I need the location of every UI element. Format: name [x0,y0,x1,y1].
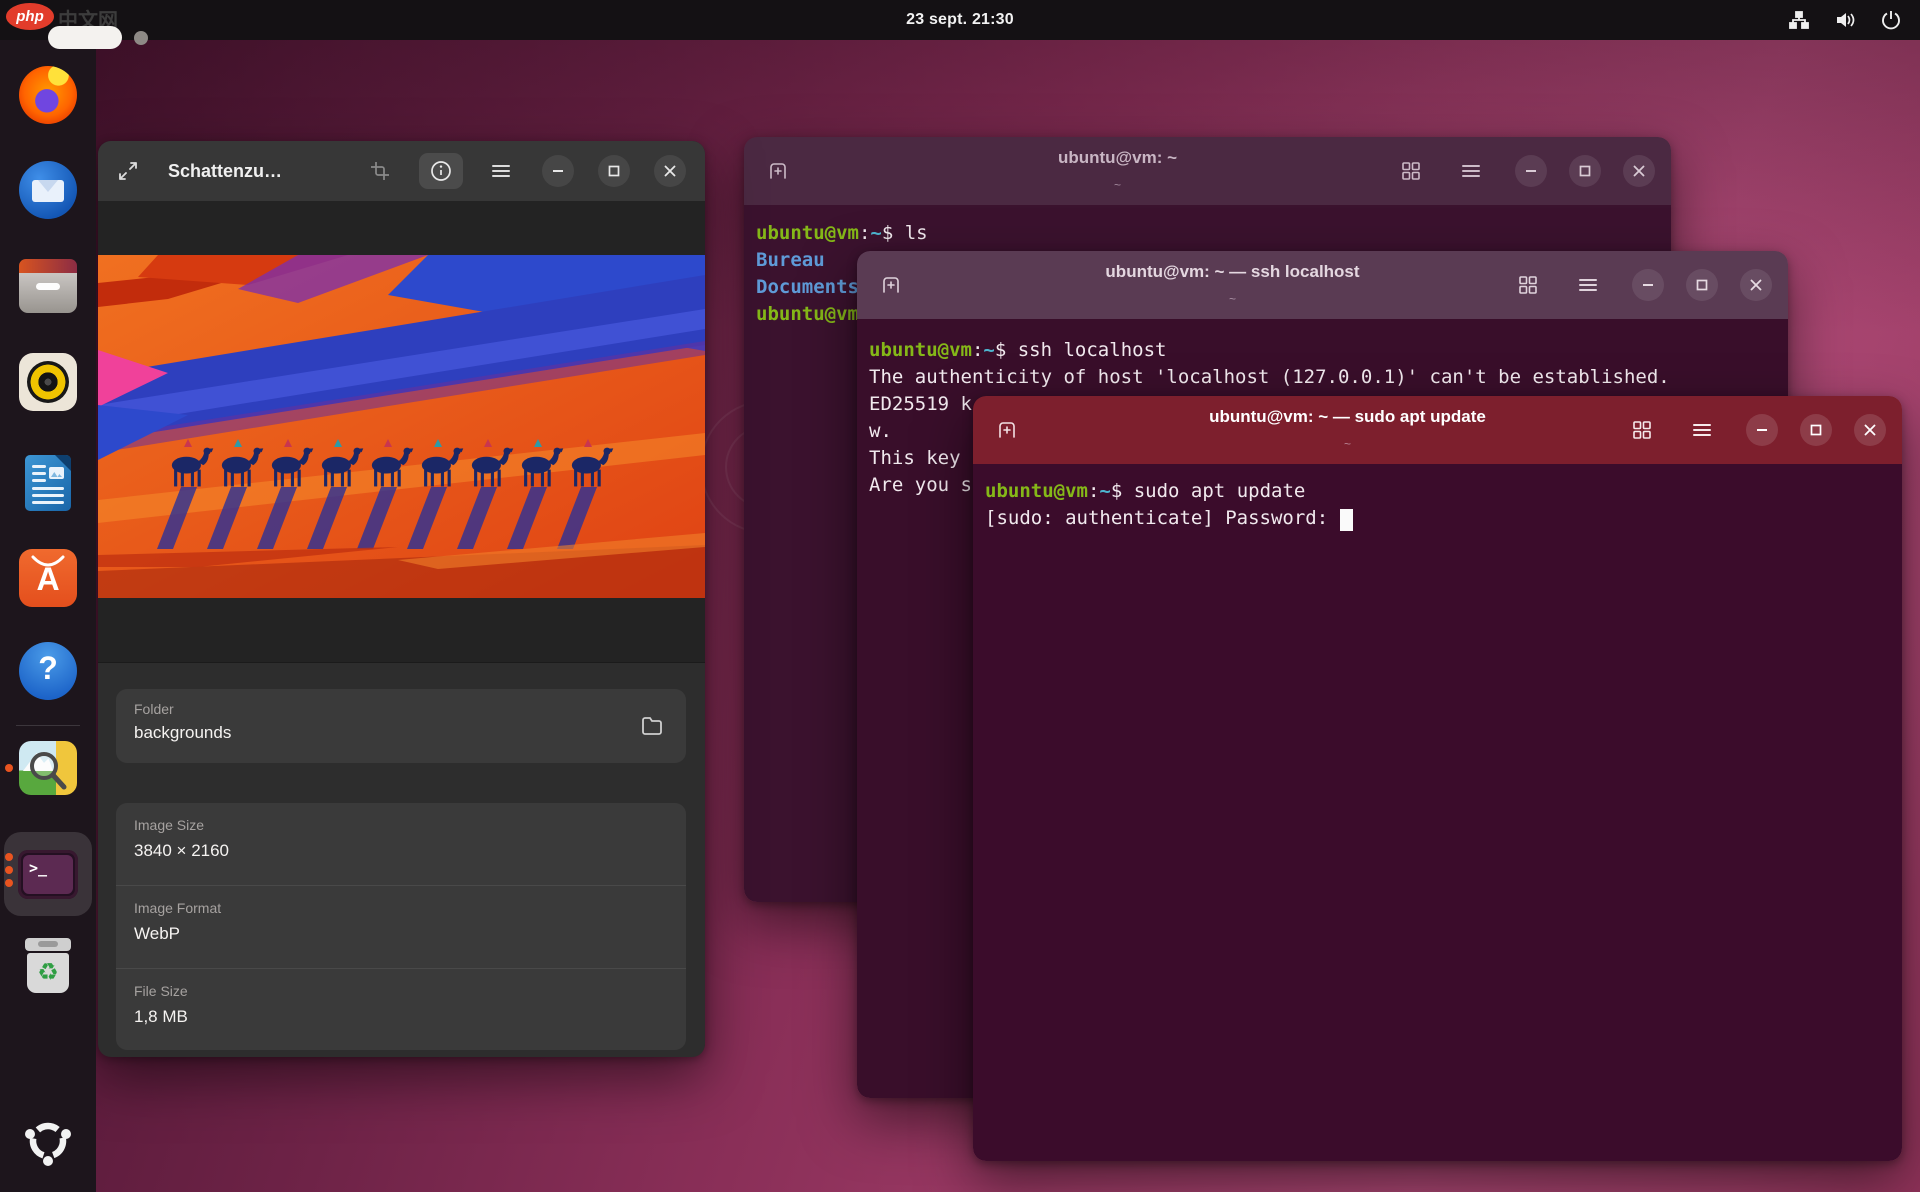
menu-icon[interactable] [1455,155,1487,187]
new-tab-button[interactable] [762,155,794,187]
terminal-titlebar[interactable]: ubuntu@vm: ~ ~ [744,137,1671,205]
terminal-subtitle: ~ [977,292,1488,306]
wallpaper-image[interactable] [98,255,705,598]
dock-item-rhythmbox[interactable] [19,353,77,411]
terminal-titlebar[interactable]: ubuntu@vm: ~ — ssh localhost ~ [857,251,1788,319]
power-icon[interactable] [1880,9,1902,31]
folder-value: backgrounds [134,723,231,743]
dock-item-firefox[interactable] [19,66,77,124]
terminal-subtitle: ~ [1093,437,1602,451]
viewer-title: Schattenzu… [168,141,282,201]
details-card: Image Size 3840 × 2160 Image Format WebP… [116,803,686,1050]
tab-overview-icon[interactable] [1395,155,1427,187]
top-bar: 23 sept. 21:30 [0,0,1920,40]
maximize-button[interactable] [1686,269,1718,301]
dock: A ? >_ ♻ [0,40,96,1192]
property-value: WebP [134,924,180,944]
recycle-glyph: ♻ [27,953,69,993]
menu-icon[interactable] [1686,414,1718,446]
close-button[interactable] [654,155,686,187]
new-tab-button[interactable] [875,269,907,301]
system-tray[interactable] [1788,0,1902,40]
terminal-title: ubuntu@vm: ~ — sudo apt update [1093,407,1602,427]
menu-icon[interactable] [1572,269,1604,301]
watermark-dot [134,31,148,45]
dock-item-files[interactable] [19,259,77,313]
minimize-button[interactable] [1746,414,1778,446]
new-tab-button[interactable] [991,414,1023,446]
dock-item-libreoffice-writer[interactable] [25,455,71,511]
dock-item-terminal[interactable]: >_ [18,850,78,899]
terminal-title: ubuntu@vm: ~ [864,148,1371,168]
viewer-letterbox-bottom [98,598,705,662]
terminal-content[interactable]: ubuntu@vm:~$ sudo apt update[sudo: authe… [973,464,1902,1161]
property-row: File Size 1,8 MB [116,968,686,1051]
dock-divider [16,725,80,726]
maximize-button[interactable] [1569,155,1601,187]
maximize-button[interactable] [598,155,630,187]
property-label: Image Size [134,817,204,833]
appcenter-a-glyph: A [19,561,77,598]
terminal-title: ubuntu@vm: ~ — ssh localhost [977,262,1488,282]
tab-overview-icon[interactable] [1512,269,1544,301]
folder-label: Folder [134,701,174,717]
ubuntu-logo-icon [22,1115,74,1167]
property-row: Image Size 3840 × 2160 [116,803,686,885]
close-button[interactable] [1740,269,1772,301]
viewer-letterbox-top [98,201,705,255]
property-value: 1,8 MB [134,1007,188,1027]
maximize-button[interactable] [1800,414,1832,446]
minimize-button[interactable] [1632,269,1664,301]
dock-item-trash[interactable]: ♻ [19,938,77,996]
running-dot-image-viewer [5,764,13,772]
dock-item-help[interactable]: ? [19,642,77,700]
terminal-glyph: >_ [23,855,73,894]
running-dot-terminal-1 [5,853,13,861]
info-toggle-button[interactable] [419,153,463,189]
dock-item-app-center[interactable]: A [19,549,77,607]
terminal-subtitle: ~ [864,178,1371,192]
folder-card: Folder backgrounds [116,689,686,763]
crop-icon[interactable] [364,155,396,187]
dock-item-thunderbird[interactable] [19,161,77,219]
magnifier-icon [19,741,77,795]
network-icon[interactable] [1788,9,1810,31]
minimize-button[interactable] [542,155,574,187]
php-badge: php [6,3,54,30]
running-dot-terminal-2 [5,866,13,874]
property-value: 3840 × 2160 [134,841,229,861]
tab-overview-icon[interactable] [1626,414,1658,446]
terminal-titlebar[interactable]: ubuntu@vm: ~ — sudo apt update ~ [973,396,1902,464]
envelope-icon [32,180,64,202]
image-viewer-window: Schattenzu… [98,141,705,1056]
property-row: Image Format WebP [116,885,686,968]
dock-item-image-viewer[interactable] [19,741,77,795]
terminal-window-apt: ubuntu@vm: ~ — sudo apt update ~ ubuntu [973,396,1902,1161]
property-label: File Size [134,983,188,999]
running-dot-terminal-3 [5,879,13,887]
question-glyph: ? [19,650,77,687]
desktop: 23 sept. 21:30 [0,0,1920,1192]
menu-icon[interactable] [485,155,517,187]
watermark-pill [48,26,122,49]
volume-icon[interactable] [1834,9,1856,31]
close-button[interactable] [1854,414,1886,446]
minimize-button[interactable] [1515,155,1547,187]
close-button[interactable] [1623,155,1655,187]
clock[interactable]: 23 sept. 21:30 [0,0,1920,40]
property-label: Image Format [134,900,221,916]
dock-item-show-apps[interactable] [22,1115,74,1167]
viewer-properties-panel: Folder backgrounds Image Size 3840 × 216… [98,662,705,1057]
viewer-titlebar[interactable]: Schattenzu… [98,141,705,201]
fullscreen-button[interactable] [112,155,144,187]
open-folder-icon[interactable] [640,714,664,738]
